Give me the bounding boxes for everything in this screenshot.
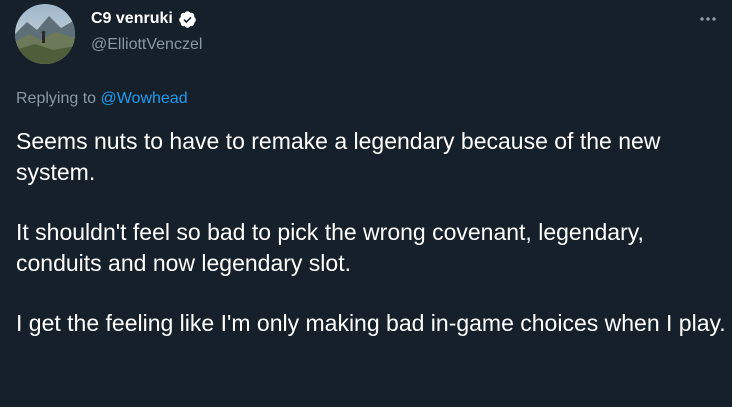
tweet-paragraph: Seems nuts to have to remake a legendary… xyxy=(16,128,661,185)
tweet-body: Seems nuts to have to remake a legendary… xyxy=(16,126,726,368)
verified-badge-icon xyxy=(178,10,197,29)
tweet-card: C9 venruki @ElliottVenczel Replying to @… xyxy=(0,0,732,407)
more-options-icon[interactable] xyxy=(698,12,718,26)
avatar[interactable] xyxy=(15,4,75,64)
replying-to-line: Replying to @Wowhead xyxy=(16,89,188,109)
replying-to-label: Replying to xyxy=(16,90,101,107)
author-name-row: C9 venruki xyxy=(91,9,197,29)
tweet-paragraph: I get the feeling like I'm only making b… xyxy=(16,310,726,336)
author-handle[interactable]: @ElliottVenczel xyxy=(91,35,202,55)
tweet-paragraph: It shouldn't feel so bad to pick the wro… xyxy=(16,219,644,276)
author-display-name[interactable]: C9 venruki xyxy=(91,9,173,29)
avatar-image xyxy=(15,4,75,64)
reply-mention-link[interactable]: @Wowhead xyxy=(101,90,188,107)
